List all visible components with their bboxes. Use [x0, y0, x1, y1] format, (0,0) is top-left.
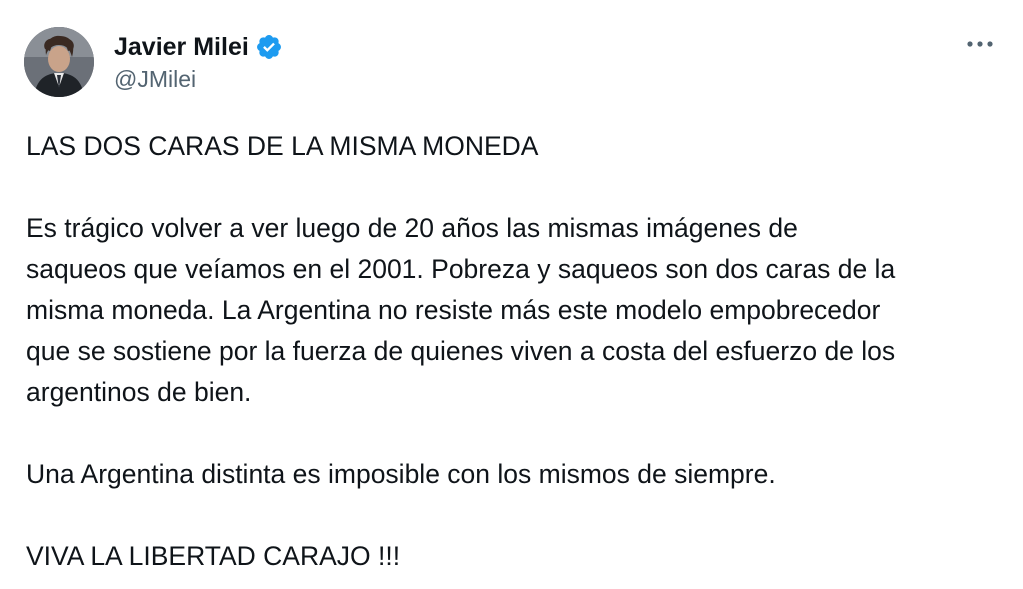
author-display-name[interactable]: Javier Milei	[114, 32, 249, 62]
tweet-title-line: LAS DOS CARAS DE LA MISMA MONEDA	[26, 131, 539, 161]
tweet-paragraph-2: Una Argentina distinta es imposible con …	[26, 459, 776, 489]
tweet-closing-line: VIVA LA LIBERTAD CARAJO !!!	[26, 541, 401, 571]
tweet-header: Javier Milei @JMilei	[24, 26, 283, 98]
avatar[interactable]	[24, 27, 94, 97]
author-handle[interactable]: @JMilei	[114, 64, 283, 94]
more-options-icon[interactable]	[963, 30, 997, 58]
avatar-image	[24, 27, 94, 97]
paragraph-1-line: argentinos de bien.	[26, 377, 252, 407]
tweet-card: Javier Milei @JMilei LAS DOS CARAS DE LA…	[0, 0, 1023, 589]
verified-badge-icon[interactable]	[255, 33, 283, 61]
author-identity: Javier Milei @JMilei	[114, 30, 283, 94]
paragraph-1-line: saqueos que veíamos en el 2001. Pobreza …	[26, 254, 896, 284]
paragraph-1-line: misma moneda. La Argentina no resiste má…	[26, 295, 881, 325]
tweet-text: LAS DOS CARAS DE LA MISMA MONEDA Es trág…	[26, 126, 1006, 577]
tweet-paragraph-1: Es trágico volver a ver luego de 20 años…	[26, 208, 1006, 413]
name-row: Javier Milei	[114, 30, 283, 64]
paragraph-1-line: que se sostiene por la fuerza de quienes…	[26, 336, 896, 366]
paragraph-1-line: Es trágico volver a ver luego de 20 años…	[26, 213, 798, 243]
